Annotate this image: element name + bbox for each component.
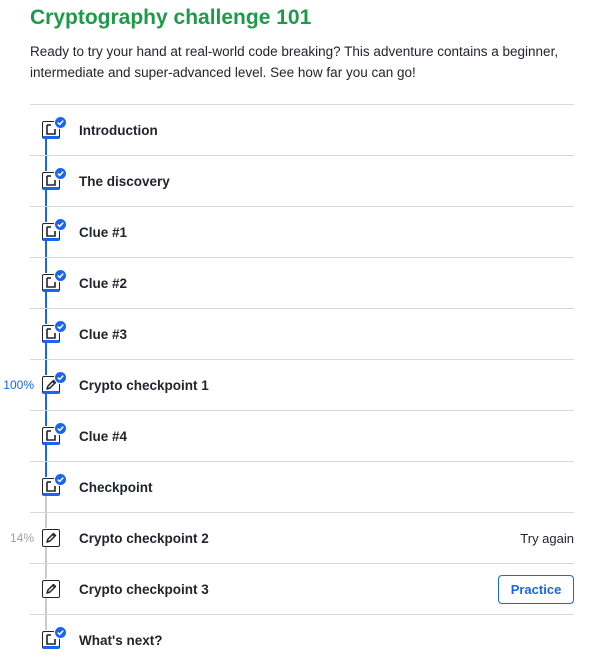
list-item[interactable]: What's next?: [0, 615, 574, 666]
item-title[interactable]: Checkpoint: [79, 462, 153, 513]
article-icon: [42, 116, 67, 139]
list-item[interactable]: Checkpoint: [0, 462, 574, 513]
item-title[interactable]: Introduction: [79, 105, 158, 156]
list-item[interactable]: Clue #4: [0, 411, 574, 462]
article-icon: [42, 422, 67, 445]
article-icon: [42, 269, 67, 292]
progress-percent: 100%: [3, 378, 34, 392]
item-title[interactable]: What's next?: [79, 615, 162, 666]
list-item[interactable]: Clue #3: [0, 309, 574, 360]
exercise-icon: [42, 580, 62, 598]
article-icon: [42, 473, 67, 496]
list-item[interactable]: Introduction: [0, 105, 574, 156]
page-description: Ready to try your hand at real-world cod…: [30, 44, 559, 80]
item-title[interactable]: Clue #4: [79, 411, 127, 462]
exercise-icon: [42, 371, 67, 394]
check-icon: [54, 473, 67, 486]
content-list: Introduction The discovery Clue #1 Clue #2 C…: [0, 104, 574, 664]
list-item[interactable]: The discovery: [0, 156, 574, 207]
try-again-link[interactable]: Try again: [520, 513, 574, 564]
list-item[interactable]: Clue #1: [0, 207, 574, 258]
list-item[interactable]: 100% Crypto checkpoint 1: [0, 360, 574, 411]
check-icon: [54, 269, 67, 282]
article-icon: [42, 218, 67, 241]
check-icon: [54, 167, 67, 180]
check-icon: [54, 116, 67, 129]
list-item[interactable]: Crypto checkpoint 3 Practice: [0, 564, 574, 615]
list-item[interactable]: 14% Crypto checkpoint 2 Try again: [0, 513, 574, 564]
check-icon: [54, 371, 67, 384]
check-icon: [54, 626, 67, 639]
check-icon: [54, 218, 67, 231]
item-title[interactable]: The discovery: [79, 156, 170, 207]
item-title[interactable]: Clue #1: [79, 207, 127, 258]
article-icon: [42, 320, 67, 343]
item-title[interactable]: Crypto checkpoint 2: [79, 513, 209, 564]
article-icon: [42, 626, 67, 649]
check-icon: [54, 422, 67, 435]
check-icon: [54, 320, 67, 333]
item-title[interactable]: Crypto checkpoint 1: [79, 360, 209, 411]
item-title[interactable]: Crypto checkpoint 3: [79, 564, 209, 615]
page-title: Cryptography challenge 101: [30, 6, 312, 29]
list-item[interactable]: Clue #2: [0, 258, 574, 309]
exercise-icon: [42, 529, 62, 547]
article-icon: [42, 167, 67, 190]
item-title[interactable]: Clue #2: [79, 258, 127, 309]
practice-button[interactable]: Practice: [498, 575, 574, 604]
progress-percent: 14%: [9, 531, 34, 545]
item-title[interactable]: Clue #3: [79, 309, 127, 360]
